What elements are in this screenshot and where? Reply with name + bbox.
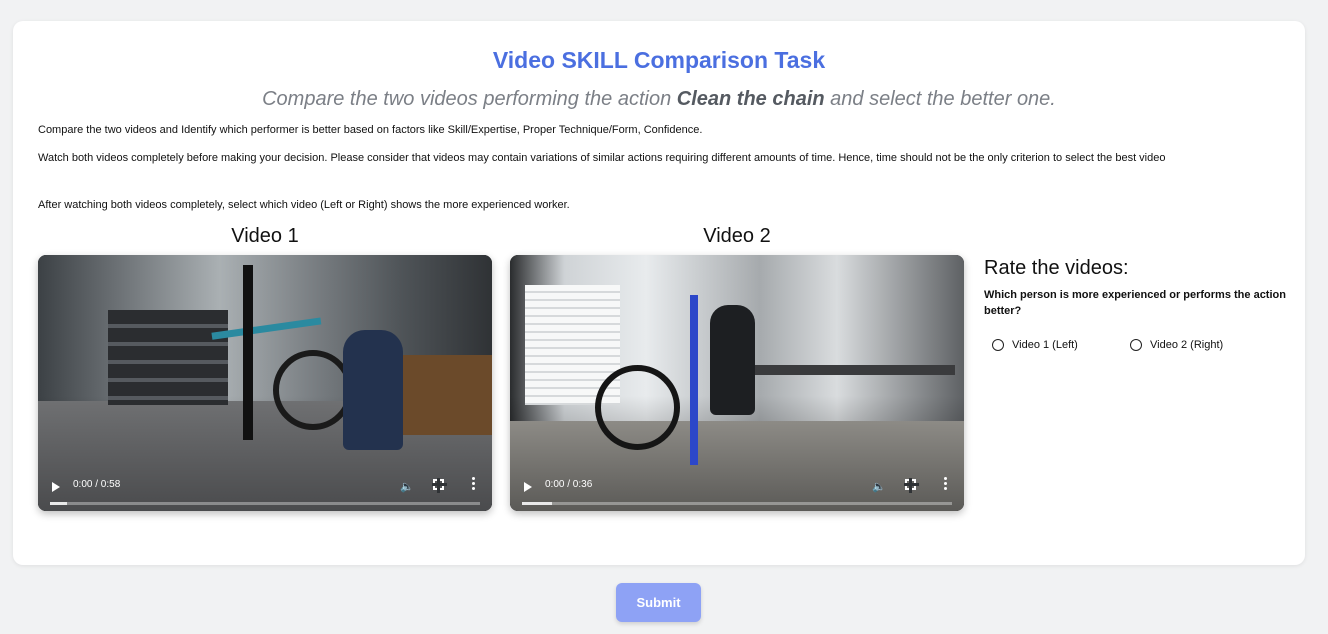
video-1-progress-track[interactable] <box>50 502 480 505</box>
radio-circle-icon[interactable] <box>992 339 1004 351</box>
more-options-icon[interactable] <box>472 477 476 492</box>
rating-question: Which person is more experienced or perf… <box>984 289 1286 317</box>
fullscreen-icon[interactable] <box>432 478 447 493</box>
subtitle-action: Clean the chain <box>676 88 825 110</box>
video-1-progress-fill <box>50 502 68 505</box>
fullscreen-icon[interactable] <box>904 478 919 493</box>
instruction-paragraph-2: Watch both videos completely before maki… <box>38 152 1166 164</box>
instruction-paragraph-1: Compare the two videos and Identify whic… <box>38 124 703 136</box>
rating-title: Rate the videos: <box>984 257 1129 279</box>
volume-icon[interactable]: 🔈 <box>400 480 414 493</box>
video-1-label: Video 1 <box>231 225 299 247</box>
radio-video-1-left[interactable]: Video 1 (Left) <box>992 339 1078 351</box>
video-2-controls: 0:00 / 0:36 🔈 <box>510 471 964 511</box>
video-2-player[interactable]: 0:00 / 0:36 🔈 <box>510 255 964 511</box>
more-options-icon[interactable] <box>944 477 948 492</box>
video-2-progress-fill <box>522 502 553 505</box>
play-icon[interactable] <box>524 482 532 492</box>
video-1-player[interactable]: 0:00 / 0:58 🔈 <box>38 255 492 511</box>
volume-icon[interactable]: 🔈 <box>872 480 886 493</box>
submit-button[interactable]: Submit <box>616 583 701 622</box>
radio-circle-icon[interactable] <box>1130 339 1142 351</box>
video-2-progress-track[interactable] <box>522 502 952 505</box>
page-subtitle: Compare the two videos performing the ac… <box>13 88 1305 111</box>
video-1-controls: 0:00 / 0:58 🔈 <box>38 471 492 511</box>
radio-label: Video 1 (Left) <box>1012 339 1078 351</box>
video-2-label: Video 2 <box>703 225 771 247</box>
radio-label: Video 2 (Right) <box>1150 339 1224 351</box>
subtitle-prefix: Compare the two videos performing the ac… <box>262 88 677 110</box>
video-2-time: 0:00 / 0:36 <box>545 479 593 490</box>
play-icon[interactable] <box>52 482 60 492</box>
task-card: Video SKILL Comparison Task Compare the … <box>13 21 1305 565</box>
page-title: Video SKILL Comparison Task <box>492 47 826 73</box>
instruction-paragraph-3: After watching both videos completely, s… <box>38 199 570 211</box>
subtitle-suffix: and select the better one. <box>824 88 1056 110</box>
video-1-time: 0:00 / 0:58 <box>73 479 121 490</box>
radio-video-2-right[interactable]: Video 2 (Right) <box>1130 339 1223 351</box>
